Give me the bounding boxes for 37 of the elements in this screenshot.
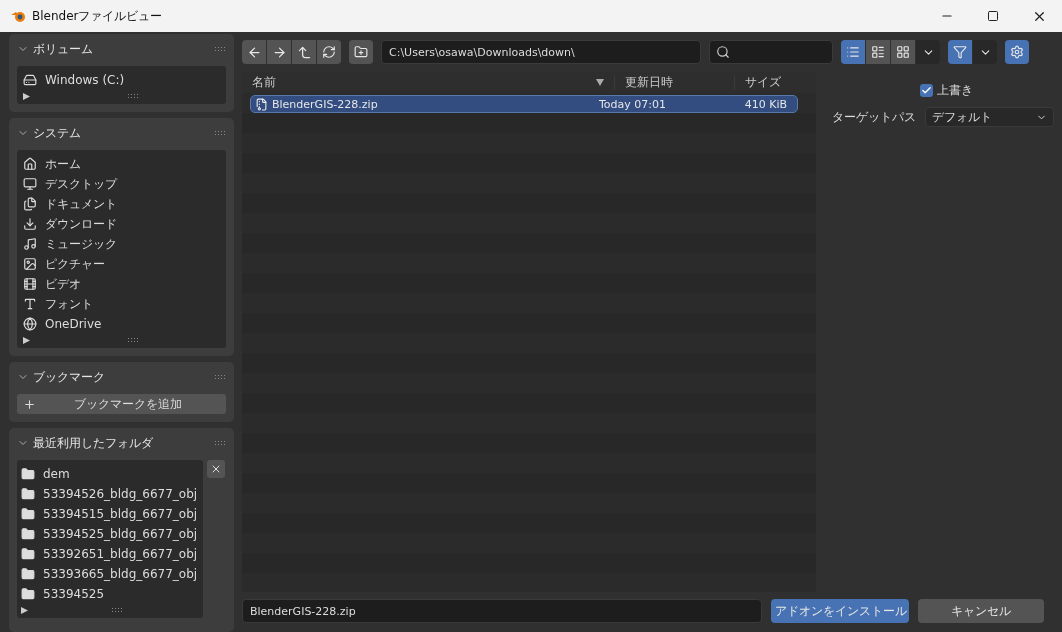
file-name: BlenderGIS-228.zip xyxy=(272,97,378,111)
place-item[interactable]: ピクチャー xyxy=(23,254,220,274)
place-item[interactable]: ダウンロード xyxy=(23,214,220,234)
column-title[interactable]: 名前 xyxy=(252,74,596,91)
target-path-dropdown[interactable]: デフォルト xyxy=(925,107,1054,127)
panel-title[interactable]: システム xyxy=(33,124,210,142)
place-item[interactable]: OneDrive xyxy=(23,314,220,334)
file-date: Today 07:01 xyxy=(598,97,667,111)
place-item[interactable]: 53394525 xyxy=(21,584,201,604)
file-row[interactable]: BlenderGIS-228.zip Today 07:01 410 KiB xyxy=(250,95,798,113)
add-bookmark-button[interactable]: ブックマークを追加 xyxy=(17,394,226,414)
place-item[interactable]: デスクトップ xyxy=(23,174,220,194)
place-item[interactable]: ドキュメント xyxy=(23,194,220,214)
column-title[interactable]: 更新日時 xyxy=(625,74,724,91)
place-item[interactable]: Windows (C:) xyxy=(23,70,220,90)
place-item[interactable]: ビデオ xyxy=(23,274,220,294)
window-title: Blenderファイルビュー xyxy=(32,7,164,25)
place-item[interactable]: ミュージック xyxy=(23,234,220,254)
place-item[interactable]: ホーム xyxy=(23,154,220,174)
place-item[interactable]: 53393665_bldg_6677_obj xyxy=(21,564,201,584)
filename-field[interactable]: BlenderGIS-228.zip xyxy=(242,599,762,623)
overwrite-label: 上書き xyxy=(937,82,973,99)
place-item[interactable]: 53394515_bldg_6677_obj xyxy=(21,504,201,524)
place-item[interactable]: dem xyxy=(21,464,201,484)
target-path-label: ターゲットパス xyxy=(832,108,916,126)
place-item[interactable]: 53394525_bldg_6677_obj xyxy=(21,524,201,544)
cancel-button[interactable]: キャンセル xyxy=(918,599,1044,623)
place-item[interactable]: 53394526_bldg_6677_obj xyxy=(21,484,201,504)
panel-title[interactable]: ブックマーク xyxy=(33,368,210,386)
install-button[interactable]: アドオンをインストール xyxy=(771,599,909,623)
place-item[interactable]: フォント xyxy=(23,294,220,314)
place-item[interactable]: 53392651_bldg_6677_obj xyxy=(21,544,201,564)
panel-title[interactable]: 最近利用したフォルダ xyxy=(33,434,210,452)
panel-title[interactable]: ボリューム xyxy=(33,40,210,58)
file-size: 410 KiB xyxy=(743,97,788,111)
column-title[interactable]: サイズ xyxy=(745,74,806,91)
path-field[interactable]: C:\Users\osawa\Downloads\down\ xyxy=(381,40,701,64)
